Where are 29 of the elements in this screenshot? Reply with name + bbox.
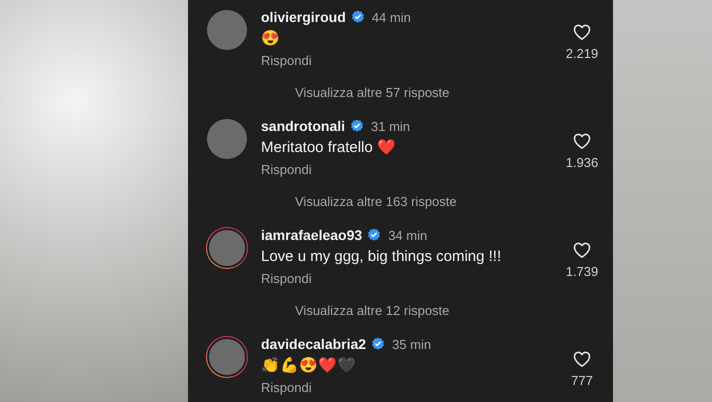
avatar[interactable]	[206, 227, 248, 269]
username[interactable]: oliviergiroud	[261, 9, 346, 25]
heart-icon[interactable]	[572, 131, 592, 151]
reply-link[interactable]: Rispondi	[261, 268, 312, 290]
username[interactable]: iamrafaeleao93	[261, 227, 362, 243]
like-count: 1.936	[566, 155, 598, 170]
reply-link[interactable]: Rispondi	[261, 159, 312, 181]
like-count: 2.219	[566, 46, 598, 61]
comment-text: 👏💪😍❤🖤	[261, 356, 357, 376]
comment-text: 😍	[261, 29, 281, 49]
reply-link[interactable]: Rispondi	[261, 50, 312, 72]
view-replies-link[interactable]: Visualizza altre 57 risposte	[295, 84, 450, 100]
comment-time: 44 min	[372, 10, 411, 24]
comment-text: Love u my ggg, big things coming !!!	[261, 247, 502, 267]
comment-time: 34 min	[388, 228, 428, 242]
reply-link[interactable]: Rispondi	[261, 377, 312, 399]
username[interactable]: davidecalabria2	[261, 336, 366, 352]
heart-icon[interactable]	[572, 349, 592, 369]
comment-time: 31 min	[371, 118, 410, 134]
username[interactable]: sandrotonali	[261, 118, 346, 134]
like-count: 1.739	[566, 264, 598, 279]
view-replies-link[interactable]: Visualizza altre 163 risposte	[295, 194, 457, 208]
view-replies-link[interactable]: Visualizza altre 12 risposte	[295, 302, 450, 318]
comment-time: 35 min	[392, 336, 432, 352]
heart-icon[interactable]	[572, 22, 592, 42]
avatar[interactable]	[206, 336, 248, 378]
like-count: 777	[571, 373, 593, 388]
comment-text: Meritatoo fratello ❤	[261, 138, 397, 158]
heart-icon[interactable]	[572, 240, 592, 260]
